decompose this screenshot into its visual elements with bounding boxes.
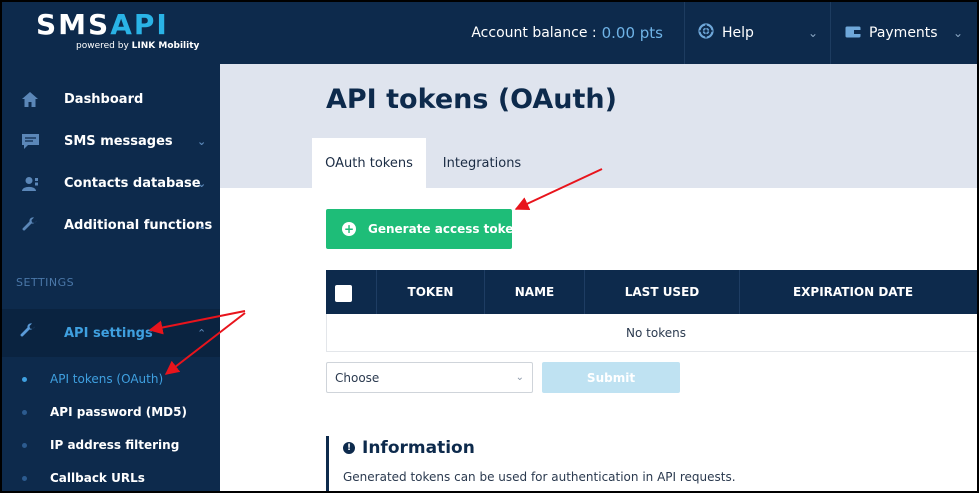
sidebar-item-dashboard[interactable]: Dashboard	[2, 78, 220, 120]
information-text: Generated tokens can be used for authent…	[343, 470, 736, 484]
column-header-label: NAME	[514, 285, 555, 299]
information-title: Information	[362, 438, 475, 458]
sidebar-item-api-settings[interactable]: API settings ⌃	[2, 309, 220, 357]
bullet-icon	[22, 442, 27, 448]
sidebar-subitem-label: API password (MD5)	[50, 405, 187, 419]
logo-tagline: powered by LINK Mobility	[76, 41, 199, 51]
submit-button[interactable]: Submit	[542, 362, 680, 393]
generate-access-token-button[interactable]: + Generate access token	[326, 209, 522, 249]
sidebar-subitem-callback-urls[interactable]: Callback URLs	[2, 463, 220, 491]
select-value: Choose	[335, 370, 380, 385]
logo-tagline-brand: LINK Mobility	[131, 41, 200, 51]
logo-wordmark: SMSAPI	[36, 10, 196, 40]
column-header-last-used[interactable]: LAST USED	[585, 270, 739, 314]
sidebar-subitem-api-password[interactable]: API password (MD5)	[2, 397, 220, 427]
column-header-label: LAST USED	[624, 285, 700, 299]
bullet-icon	[22, 376, 27, 382]
chevron-down-icon: ⌄	[953, 26, 964, 40]
information-panel: ! Information Generated tokens can be us…	[326, 436, 926, 491]
bullet-icon	[22, 409, 27, 415]
chevron-down-icon: ⌄	[808, 26, 819, 40]
plus-circle-icon: +	[342, 222, 356, 236]
chevron-down-icon: ⌄	[515, 372, 524, 383]
sidebar-subitem-label: IP address filtering	[50, 438, 180, 452]
info-icon: !	[343, 442, 355, 454]
tokens-table-header: TOKEN NAME LAST USED EXPIRATION DATE	[326, 270, 977, 314]
sidebar-item-label: Dashboard	[64, 91, 144, 107]
app-window: SMSAPI powered by LINK Mobility Account …	[0, 0, 979, 493]
chevron-up-icon: ⌃	[197, 326, 207, 340]
column-header-label: TOKEN	[407, 285, 454, 299]
chevron-down-icon: ⌄	[197, 176, 207, 190]
sidebar: Dashboard SMS messages ⌄ Contacts databa…	[2, 64, 220, 491]
settings-heading: SETTINGS	[16, 276, 75, 289]
smsapi-logo[interactable]: SMSAPI powered by LINK Mobility	[36, 10, 199, 56]
information-heading: ! Information	[343, 438, 475, 458]
sidebar-subitem-ip-filtering[interactable]: IP address filtering	[2, 430, 220, 460]
chevron-down-icon: ⌄	[197, 218, 207, 232]
header-divider	[684, 2, 685, 64]
wrench-icon	[20, 323, 36, 343]
help-menu-button[interactable]: Help ⌄	[698, 2, 830, 64]
header-divider	[830, 2, 831, 64]
balance-value: 0.00 pts	[601, 24, 663, 42]
sidebar-subitem-label: API tokens (OAuth)	[50, 372, 164, 386]
select-all-checkbox[interactable]	[335, 285, 352, 302]
contacts-icon	[20, 173, 40, 193]
bullet-icon	[22, 475, 27, 481]
logo-text-sms: SMS	[36, 8, 111, 41]
account-balance: Account balance : 0.00 pts	[471, 2, 663, 64]
logo-text-api: API	[110, 8, 169, 41]
chat-icon	[20, 131, 40, 151]
sidebar-subitem-label: Callback URLs	[50, 471, 145, 485]
column-header-expiration-date[interactable]: EXPIRATION DATE	[740, 270, 966, 314]
top-header: SMSAPI powered by LINK Mobility Account …	[2, 2, 977, 64]
wrench-icon	[20, 215, 40, 235]
logo-tagline-prefix: powered by	[76, 41, 132, 51]
empty-state-text: No tokens	[626, 325, 686, 340]
button-label: Generate access token	[368, 222, 522, 236]
tab-label: Integrations	[442, 155, 522, 171]
sidebar-subitem-api-tokens[interactable]: API tokens (OAuth)	[2, 364, 220, 394]
sidebar-item-label: Contacts database	[64, 175, 201, 191]
sidebar-item-sms-messages[interactable]: SMS messages ⌄	[2, 120, 220, 162]
sidebar-item-contacts-database[interactable]: Contacts database ⌄	[2, 162, 220, 204]
balance-label: Account balance :	[471, 25, 597, 41]
sidebar-item-label: SMS messages	[64, 133, 173, 149]
tab-label: OAuth tokens	[325, 155, 413, 171]
lifebuoy-icon	[698, 23, 714, 43]
column-header-label: EXPIRATION DATE	[792, 285, 914, 299]
sidebar-item-label: Additional functions	[64, 217, 213, 233]
wallet-icon	[845, 24, 861, 42]
main-content: + Generate access token TOKEN NAME LAST …	[220, 188, 977, 491]
sidebar-item-additional-functions[interactable]: Additional functions ⌄	[2, 204, 220, 246]
tab-oauth-tokens[interactable]: OAuth tokens	[312, 138, 426, 188]
help-label: Help	[722, 25, 754, 41]
button-label: Submit	[586, 370, 636, 385]
page-header-area: API tokens (OAuth) OAuth tokens Integrat…	[220, 64, 977, 188]
column-header-token[interactable]: TOKEN	[377, 270, 484, 314]
payments-label: Payments	[869, 25, 938, 41]
tab-integrations[interactable]: Integrations	[430, 138, 534, 188]
home-icon	[20, 89, 40, 109]
payments-menu-button[interactable]: Payments ⌄	[845, 2, 975, 64]
tokens-table-empty-row: No tokens	[326, 314, 977, 352]
sidebar-item-label: API settings	[64, 325, 153, 341]
bulk-action-select[interactable]: Choose ⌄	[326, 362, 533, 393]
page-title: API tokens (OAuth)	[326, 84, 617, 115]
column-header-name[interactable]: NAME	[485, 270, 584, 314]
chevron-down-icon: ⌄	[197, 134, 207, 148]
